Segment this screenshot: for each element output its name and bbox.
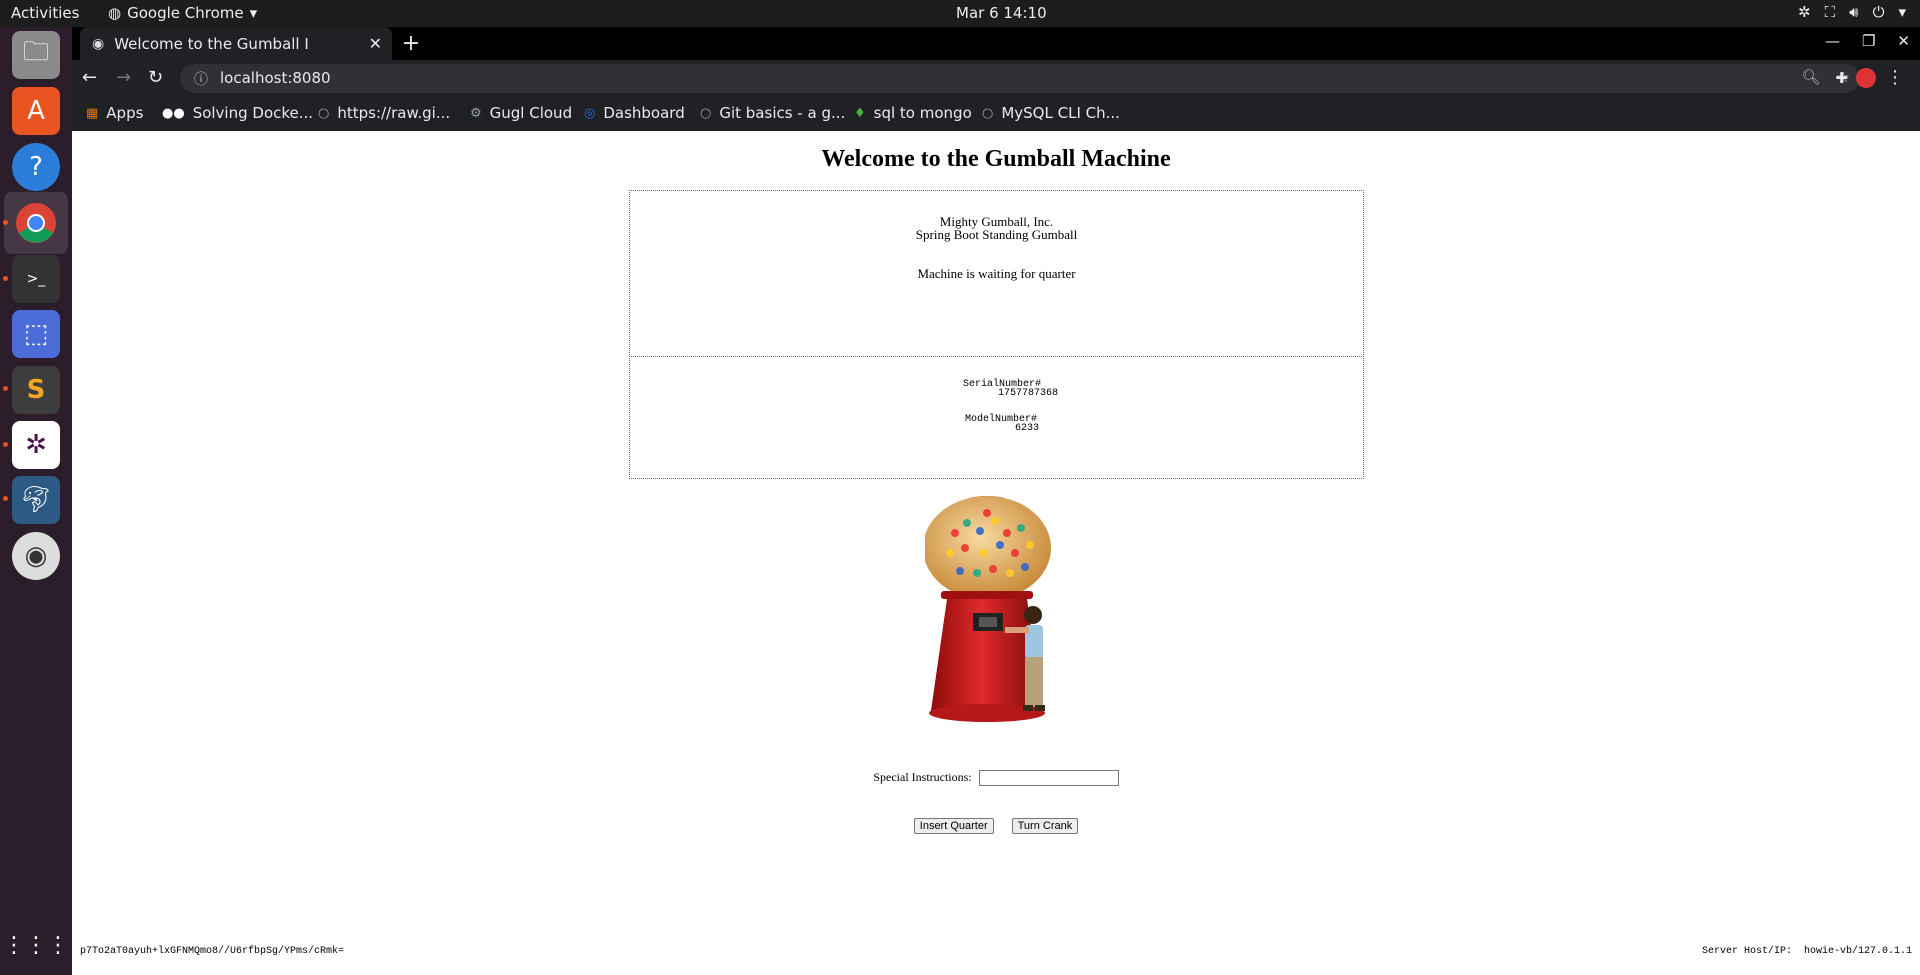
server-value: howie-vb/127.0.1.1 [1803, 946, 1912, 957]
bookmark-item[interactable]: ○ https://raw.gi... [318, 104, 450, 122]
bookmark-item[interactable]: ○ Git basics - a g... [700, 104, 845, 122]
running-indicator [3, 442, 8, 447]
bookmarks-bar: ▦ Apps ●● Solving Docke... ○ https://raw.gi… [72, 97, 1920, 132]
dashboard-icon: ◎ [584, 105, 596, 121]
tab-strip: ◉ Welcome to the Gumball I ✕ + — ❐ ✕ [72, 27, 1920, 60]
running-indicator [3, 276, 8, 281]
bookmark-item[interactable]: ⚙ Gugl Cloud [470, 104, 572, 122]
insert-quarter-button[interactable]: Insert Quarter [913, 818, 994, 834]
bookmark-item[interactable]: ○ MySQL CLI Ch... [982, 104, 1120, 122]
serial-value: 1757787368 [998, 388, 1059, 399]
machine-state: Machine is waiting for quarter [917, 266, 1076, 281]
zoom-icon[interactable]: 🔍︎ [1802, 68, 1821, 86]
maximize-icon[interactable]: ❐ [1862, 32, 1875, 50]
github-icon: ○ [982, 105, 994, 121]
new-tab-button[interactable]: + [398, 31, 424, 56]
url-text[interactable]: localhost:8080 [220, 69, 331, 87]
reload-icon[interactable]: ↻ [148, 67, 163, 88]
running-indicator [3, 220, 8, 225]
forward-icon[interactable]: → [116, 67, 131, 88]
activities-button[interactable]: Activities [11, 4, 79, 22]
volume-icon[interactable]: 🔊︎ [1849, 3, 1858, 21]
disc-icon[interactable]: ◉ [12, 532, 60, 580]
extensions-icon[interactable]: ✚ [1835, 69, 1848, 87]
sublime-icon[interactable]: S [12, 366, 60, 414]
kebab-menu-icon[interactable]: ⋮ [1886, 67, 1904, 88]
gear-icon: ⚙ [470, 105, 482, 121]
special-instructions-label: Special Instructions: [873, 770, 972, 784]
network-icon[interactable]: ⛶ [1825, 3, 1836, 21]
chrome-icon[interactable] [4, 192, 68, 254]
dock: 🗀 A ? >_ ⬚ S ✲ 🐬︎ ◉ ⋮⋮⋮ [0, 27, 72, 975]
machine-info-box: Mighty Gumball, Inc. Spring Boot Standin… [629, 190, 1364, 357]
close-icon[interactable]: ✕ [369, 34, 382, 53]
mysql-workbench-icon[interactable]: 🐬︎ [12, 476, 60, 524]
github-icon: ○ [700, 105, 712, 121]
back-icon[interactable]: ← [82, 67, 97, 88]
running-indicator [3, 496, 8, 501]
gumball-machine-image [925, 496, 1051, 722]
chrome-small-icon: ◍ [108, 4, 122, 22]
apps-grid-icon: ▦ [86, 105, 99, 121]
web-page: Welcome to the Gumball Machine Mighty Gu… [72, 131, 1920, 975]
server-info: Server Host/IP: howie-vb/127.0.1.1 [1702, 946, 1912, 957]
app-menu-label: Google Chrome [127, 4, 244, 22]
system-tray[interactable]: ✲ ⛶ 🔊︎ ⏻ ▾ [1798, 3, 1906, 21]
github-icon: ○ [318, 105, 330, 121]
chevron-down-icon[interactable]: ▾ [1898, 3, 1906, 21]
model-value: 6233 [1015, 423, 1040, 434]
special-instructions-row: Special Instructions: [72, 770, 1920, 787]
slack-tray-icon[interactable]: ✲ [1798, 3, 1811, 21]
tab-title: Welcome to the Gumball I [114, 34, 309, 53]
software-icon[interactable]: A [12, 87, 60, 135]
clock[interactable]: Mar 6 14:10 [956, 4, 1047, 22]
turn-crank-button[interactable]: Turn Crank [1011, 818, 1079, 834]
special-instructions-input[interactable] [978, 770, 1119, 787]
medium-icon: ●● [162, 105, 185, 121]
app-grid-icon[interactable]: ⋮⋮⋮ [3, 921, 69, 969]
globe-icon: ◉ [92, 35, 105, 52]
server-label: Server Host/IP: [1701, 946, 1792, 957]
app-menu[interactable]: ◍ Google Chrome ▾ [108, 4, 257, 22]
browser-toolbar: ← → ↻ ⓘ localhost:8080 🔍︎ ☆ ✚ ⋮ [72, 60, 1920, 97]
avatar[interactable] [1856, 68, 1876, 88]
page-title: Welcome to the Gumball Machine [821, 146, 1171, 172]
address-bar[interactable]: ⓘ localhost:8080 🔍︎ ☆ [180, 64, 1860, 93]
bookmark-item[interactable]: ◎ Dashboard [584, 104, 685, 122]
chevron-down-icon: ▾ [249, 4, 258, 22]
product-name: Spring Boot Standing Gumball [915, 227, 1078, 242]
close-window-icon[interactable]: ✕ [1897, 32, 1910, 50]
mongodb-leaf-icon: ♦ [854, 105, 866, 121]
session-hash: p7To2aT0ayuh+lxGFNMQmo8//U6rfbpSg/YPms/c… [80, 946, 345, 957]
screenshot-icon[interactable]: ⬚ [12, 310, 60, 358]
tab-active[interactable]: ◉ Welcome to the Gumball I ✕ [80, 27, 392, 60]
system-top-bar: Activities ◍ Google Chrome ▾ Mar 6 14:10… [0, 0, 1920, 27]
help-icon[interactable]: ? [12, 143, 60, 191]
bookmark-item[interactable]: ♦ sql to mongo [854, 104, 972, 122]
power-icon[interactable]: ⏻ [1873, 3, 1885, 21]
running-indicator [3, 386, 8, 391]
info-icon[interactable]: ⓘ [194, 69, 208, 89]
slack-icon[interactable]: ✲ [12, 421, 60, 469]
bookmark-apps[interactable]: ▦ Apps [86, 104, 143, 122]
terminal-icon[interactable]: >_ [12, 255, 60, 303]
serial-info-box: SerialNumber# 1757787368 ModelNumber# 62… [629, 356, 1364, 479]
files-icon[interactable]: 🗀 [12, 31, 60, 79]
action-buttons: Insert Quarter Turn Crank [72, 816, 1920, 834]
window-controls: — ❐ ✕ [1825, 32, 1910, 50]
minimize-icon[interactable]: — [1825, 32, 1840, 50]
bookmark-item[interactable]: ●● Solving Docke... [162, 104, 313, 122]
